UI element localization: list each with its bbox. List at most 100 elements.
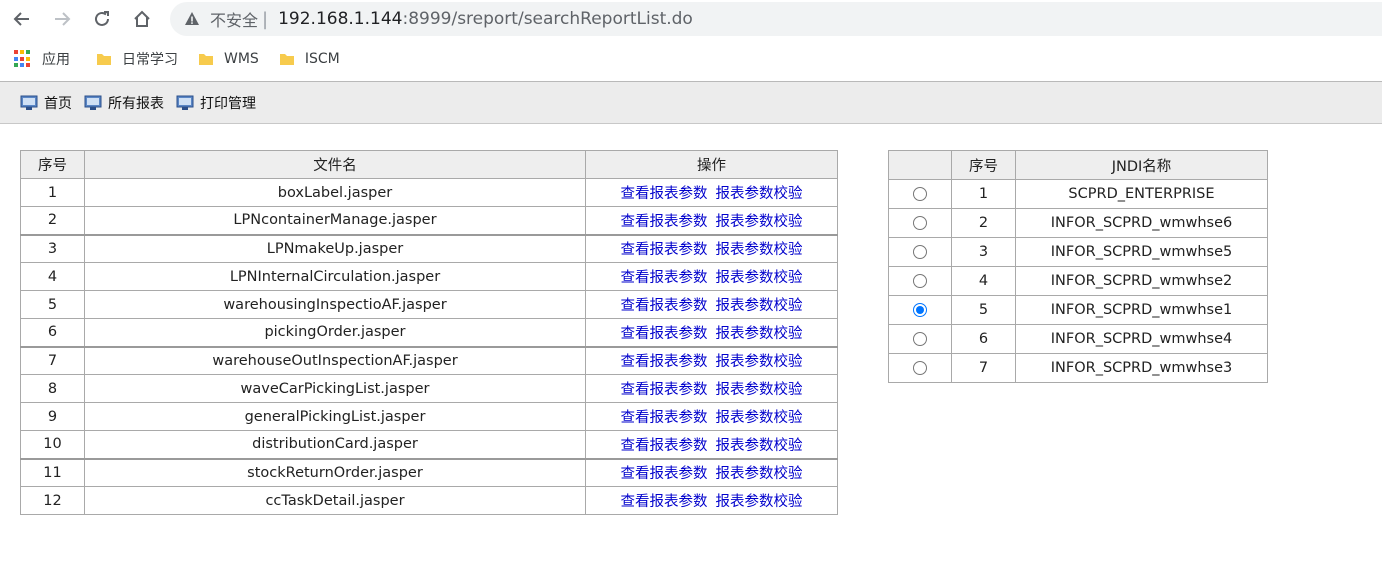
- monitor-icon: [84, 95, 102, 110]
- row-number: 2: [20, 206, 85, 235]
- table-row: 12 ccTaskDetail.jasper 查看报表参数 报表参数校验: [20, 486, 838, 515]
- table-row[interactable]: 2 INFOR_SCPRD_wmwhse6: [888, 208, 1268, 238]
- warning-icon[interactable]: [184, 11, 200, 27]
- view-params-link[interactable]: 查看报表参数: [621, 270, 708, 286]
- jndi-name: INFOR_SCPRD_wmwhse2: [1015, 266, 1268, 296]
- url-path[interactable]: :8999/sreport/searchReportList.do: [402, 9, 692, 29]
- row-actions: 查看报表参数 报表参数校验: [585, 345, 838, 375]
- table-row[interactable]: 3 INFOR_SCPRD_wmwhse5: [888, 237, 1268, 267]
- forward-button[interactable]: [48, 5, 76, 33]
- row-number: 11: [20, 457, 85, 487]
- jndi-radio[interactable]: [913, 361, 927, 375]
- jndi-radio[interactable]: [913, 274, 927, 288]
- view-params-link[interactable]: 查看报表参数: [621, 354, 708, 370]
- row-number: 6: [20, 318, 85, 347]
- file-name: distributionCard.jasper: [84, 430, 586, 459]
- toolbar-home[interactable]: 首页: [20, 93, 72, 113]
- validate-params-link[interactable]: 报表参数校验: [716, 494, 803, 510]
- radio-cell: [888, 208, 952, 238]
- bookmark-folder-iscm[interactable]: ISCM: [279, 51, 340, 67]
- file-name: generalPickingList.jasper: [84, 402, 586, 431]
- row-actions: 查看报表参数 报表参数校验: [585, 457, 838, 487]
- validate-params-link[interactable]: 报表参数校验: [716, 438, 803, 454]
- validate-params-link[interactable]: 报表参数校验: [716, 354, 803, 370]
- bookmark-label: 日常学习: [122, 52, 178, 68]
- table-row: 5 warehousingInspectioAF.jasper 查看报表参数 报表参数…: [20, 290, 838, 319]
- validate-params-link[interactable]: 报表参数校验: [716, 214, 803, 230]
- validate-params-link[interactable]: 报表参数校验: [716, 466, 803, 482]
- view-params-link[interactable]: 查看报表参数: [621, 214, 708, 230]
- monitor-icon: [20, 95, 38, 110]
- validate-params-link[interactable]: 报表参数校验: [716, 382, 803, 398]
- file-name: warehousingInspectioAF.jasper: [84, 290, 586, 319]
- row-actions: 查看报表参数 报表参数校验: [585, 233, 838, 263]
- validate-params-link[interactable]: 报表参数校验: [716, 326, 803, 342]
- jndi-name: SCPRD_ENTERPRISE: [1015, 179, 1268, 209]
- row-actions: 查看报表参数 报表参数校验: [585, 374, 838, 403]
- reload-icon: [95, 11, 109, 26]
- view-params-link[interactable]: 查看报表参数: [621, 382, 708, 398]
- file-name: ccTaskDetail.jasper: [84, 486, 586, 515]
- view-params-link[interactable]: 查看报表参数: [621, 242, 708, 258]
- row-number: 1: [951, 179, 1016, 209]
- table-row[interactable]: 5 INFOR_SCPRD_wmwhse1: [888, 295, 1268, 325]
- validate-params-link[interactable]: 报表参数校验: [716, 410, 803, 426]
- row-number: 4: [951, 266, 1016, 296]
- file-name: pickingOrder.jasper: [84, 318, 586, 347]
- table-row: 8 waveCarPickingList.jasper 查看报表参数 报表参数校验: [20, 374, 838, 403]
- row-number: 1: [20, 178, 85, 207]
- view-params-link[interactable]: 查看报表参数: [621, 186, 708, 202]
- jndi-table: 序号 JNDI名称 1 SCPRD_ENTERPRISE 2 INFOR_SCPRD_…: [888, 150, 1268, 383]
- table-row[interactable]: 6 INFOR_SCPRD_wmwhse4: [888, 324, 1268, 354]
- table-row[interactable]: 4 INFOR_SCPRD_wmwhse2: [888, 266, 1268, 296]
- report-table-header: 序号 文件名 操作: [20, 150, 838, 179]
- row-actions: 查看报表参数 报表参数校验: [585, 486, 838, 515]
- validate-params-link[interactable]: 报表参数校验: [716, 270, 803, 286]
- column-header-file: 文件名: [84, 150, 586, 179]
- bookmark-apps[interactable]: 应用: [14, 49, 70, 69]
- toolbar-print-management[interactable]: 打印管理: [176, 93, 256, 113]
- table-row[interactable]: 7 INFOR_SCPRD_wmwhse3: [888, 353, 1268, 383]
- jndi-name: INFOR_SCPRD_wmwhse5: [1015, 237, 1268, 267]
- back-button[interactable]: [8, 5, 36, 33]
- bookmark-folder-study[interactable]: 日常学习: [96, 49, 178, 69]
- jndi-name: INFOR_SCPRD_wmwhse1: [1015, 295, 1268, 325]
- file-name: stockReturnOrder.jasper: [84, 457, 586, 487]
- folder-icon: [279, 54, 294, 65]
- jndi-radio[interactable]: [913, 216, 927, 230]
- view-params-link[interactable]: 查看报表参数: [621, 466, 708, 482]
- jndi-radio[interactable]: [913, 332, 927, 346]
- row-number: 4: [20, 262, 85, 291]
- reload-button[interactable]: [88, 5, 116, 33]
- toolbar-home-label: 首页: [44, 95, 72, 112]
- file-name: LPNInternalCirculation.jasper: [84, 262, 586, 291]
- toolbar-all-reports-label: 所有报表: [108, 95, 164, 112]
- view-params-link[interactable]: 查看报表参数: [621, 494, 708, 510]
- row-number: 8: [20, 374, 85, 403]
- radio-cell: [888, 179, 952, 209]
- url-host[interactable]: 192.168.1.144: [278, 9, 402, 29]
- security-label[interactable]: 不安全: [210, 7, 258, 31]
- column-header-jndi-name: JNDI名称: [1015, 150, 1268, 180]
- view-params-link[interactable]: 查看报表参数: [621, 410, 708, 426]
- table-row[interactable]: 1 SCPRD_ENTERPRISE: [888, 179, 1268, 209]
- jndi-radio[interactable]: [913, 303, 927, 317]
- view-params-link[interactable]: 查看报表参数: [621, 438, 708, 454]
- url-bar[interactable]: 不安全 | 192.168.1.144 :8999/sreport/search…: [170, 2, 1382, 36]
- view-params-link[interactable]: 查看报表参数: [621, 326, 708, 342]
- jndi-radio[interactable]: [913, 187, 927, 201]
- row-number: 3: [951, 237, 1016, 267]
- back-arrow-icon: [13, 12, 29, 26]
- bookmark-label: WMS: [224, 51, 259, 67]
- validate-params-link[interactable]: 报表参数校验: [716, 298, 803, 314]
- home-button[interactable]: [128, 5, 156, 33]
- validate-params-link[interactable]: 报表参数校验: [716, 186, 803, 202]
- app-toolbar: 首页 所有报表 打印管理: [0, 82, 1382, 124]
- row-number: 6: [951, 324, 1016, 354]
- toolbar-all-reports[interactable]: 所有报表: [84, 93, 164, 113]
- view-params-link[interactable]: 查看报表参数: [621, 298, 708, 314]
- bookmark-folder-wms[interactable]: WMS: [198, 51, 259, 67]
- jndi-radio[interactable]: [913, 245, 927, 259]
- table-row: 2 LPNcontainerManage.jasper 查看报表参数 报表参数校验: [20, 206, 838, 235]
- validate-params-link[interactable]: 报表参数校验: [716, 242, 803, 258]
